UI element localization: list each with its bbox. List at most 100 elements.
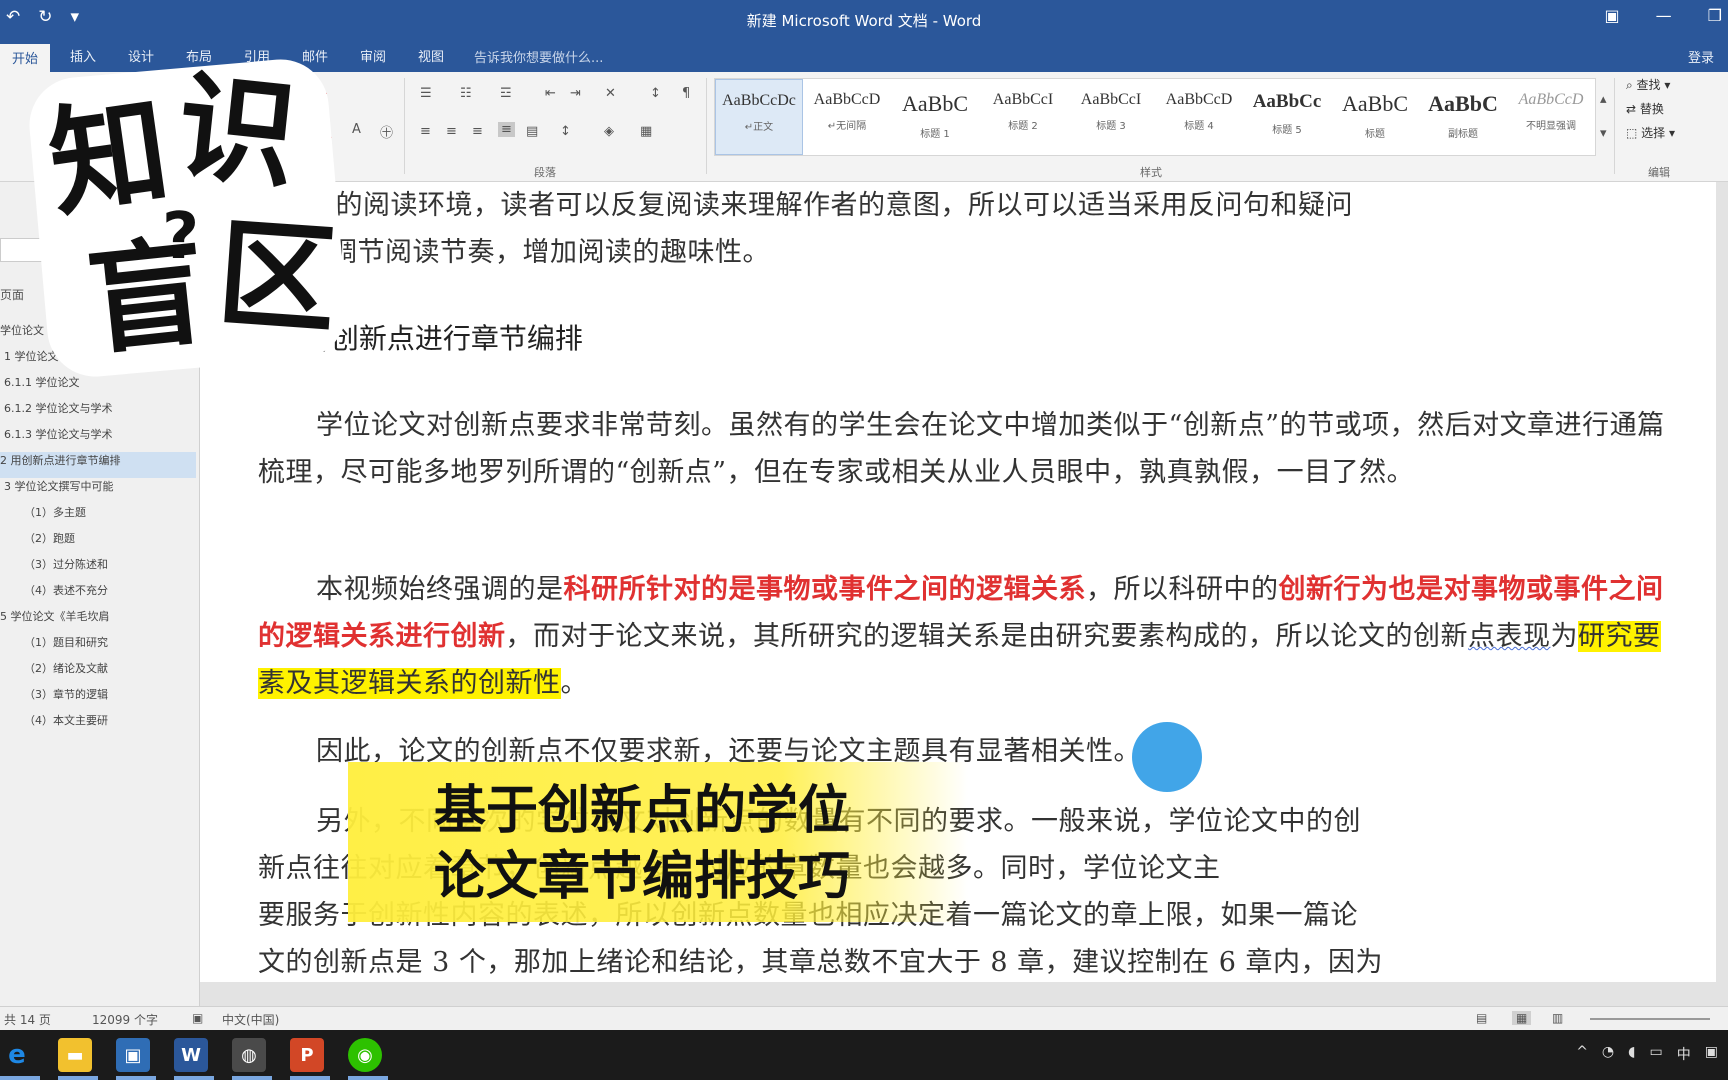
nav-tab-pages[interactable]: 页面 bbox=[0, 286, 24, 303]
file-explorer-icon[interactable]: ▬ bbox=[58, 1038, 92, 1072]
nav-item[interactable]: 3 学位论文撰写中可能 bbox=[0, 478, 196, 504]
nav-item[interactable]: （2）跑题 bbox=[0, 530, 196, 556]
word-count[interactable]: 12099 个字 bbox=[92, 1011, 158, 1028]
status-bar: 共 14 页 12099 个字 ▣ 中文(中国) ▤ ▦ ▥ bbox=[0, 1006, 1728, 1030]
style-heading-3[interactable]: AaBbCcI 标题 3 bbox=[1067, 79, 1155, 155]
battery-icon[interactable]: ▭ bbox=[1650, 1044, 1663, 1064]
section-heading: )创新点进行章节编排 bbox=[320, 322, 583, 355]
zoom-slider[interactable] bbox=[1590, 1018, 1710, 1020]
emphasis-text-1: 科研所针对的是事物或事件之间的逻辑关系 bbox=[563, 574, 1086, 605]
window-controls: ▣ — ❐ bbox=[1605, 6, 1722, 25]
select-button[interactable]: ⬚ 选择 ▾ bbox=[1626, 124, 1675, 141]
nav-item[interactable]: 6.1.3 学位论文与学术 bbox=[0, 426, 196, 452]
borders-icon[interactable]: ▦ bbox=[640, 124, 652, 139]
nav-item[interactable]: （4）本文主要研 bbox=[0, 712, 196, 738]
banner-caption: 基于创新点的学位 论文章节编排技巧 bbox=[434, 781, 851, 907]
gallery-more-icon[interactable]: ▾ bbox=[1600, 126, 1607, 141]
chinese-layout-icon[interactable]: ✕ bbox=[605, 86, 616, 101]
minimize-button[interactable]: — bbox=[1656, 6, 1672, 25]
paragraph-1: 学位论文对创新点要求非常苛刻。虽然有的学生会在论文中增加类似于“创新点”的节或项… bbox=[258, 410, 1665, 488]
search-icon: ⌕ bbox=[1626, 78, 1637, 92]
paragraph-4-line-4: 文的创新点是 3 个，那加上绪论和结论，其章总数不宜大于 8 章，建议控制在 6… bbox=[258, 947, 1384, 978]
increase-indent-icon[interactable]: ⇥ bbox=[570, 86, 581, 101]
numbering-icon[interactable]: ☷ bbox=[460, 86, 472, 101]
style-subtitle[interactable]: AaBbC 副标题 bbox=[1419, 79, 1507, 155]
replace-icon: ⇄ bbox=[1626, 102, 1640, 116]
tray-expand-icon[interactable]: ^ bbox=[1576, 1044, 1588, 1064]
sort-icon[interactable]: ↕ bbox=[650, 86, 661, 101]
language-indicator[interactable]: 中文(中国) bbox=[222, 1011, 279, 1028]
line-spacing-icon[interactable]: ↕ bbox=[560, 124, 571, 139]
read-mode-icon[interactable]: ▤ bbox=[1476, 1011, 1487, 1025]
select-icon: ⬚ bbox=[1626, 126, 1642, 140]
enclose-char-icon[interactable]: ㊉ bbox=[380, 122, 393, 141]
wechat-icon[interactable]: ◉ bbox=[348, 1038, 382, 1072]
shading-icon[interactable]: ◈ bbox=[604, 124, 614, 139]
align-left-icon[interactable]: ≡ bbox=[420, 124, 431, 139]
window-title: 新建 Microsoft Word 文档 - Word bbox=[746, 12, 982, 30]
nav-item[interactable]: 5 学位论文《羊毛坎肩 bbox=[0, 608, 196, 634]
show-marks-icon[interactable]: ¶ bbox=[682, 86, 690, 101]
align-right-icon[interactable]: ≡ bbox=[472, 124, 483, 139]
knowledge-gap-sticker: 知 识 盲 区 ? bbox=[25, 55, 351, 388]
paragraph-2: 本视频始终强调的是科研所针对的是事物或事件之间的逻辑关系，所以科研中的创新行为也… bbox=[258, 574, 1664, 699]
system-tray: ^ ◔ ◖ ▭ 中 ▣ bbox=[1576, 1044, 1718, 1064]
editing-group: ⌕ 查找 ▾ ⇄ 替换 ⬚ 选择 ▾ bbox=[1626, 76, 1675, 148]
proofing-icon[interactable]: ▣ bbox=[192, 1011, 203, 1025]
nav-item-current[interactable]: 2 用创新点进行章节编排 bbox=[0, 452, 196, 478]
nav-item[interactable]: （3）过分陈述和 bbox=[0, 556, 196, 582]
network-icon[interactable]: ◔ bbox=[1602, 1044, 1614, 1064]
print-layout-icon[interactable]: ▦ bbox=[1512, 1011, 1532, 1025]
decrease-indent-icon[interactable]: ⇤ bbox=[545, 86, 556, 101]
tell-me-search[interactable]: 告诉我你想要做什么... bbox=[474, 47, 603, 66]
app-icon[interactable]: ◍ bbox=[232, 1038, 266, 1072]
group-label-editing: 编辑 bbox=[1648, 166, 1670, 179]
intro-line-1: 殊的阅读环境，读者可以反复阅读来理解作者的意图，所以可以适当采用反问句和疑问 bbox=[308, 190, 1353, 221]
sign-in-link[interactable]: 登录 bbox=[1688, 47, 1714, 66]
nav-item[interactable]: （1）题目和研究 bbox=[0, 634, 196, 660]
style-heading-1[interactable]: AaBbC 标题 1 bbox=[891, 79, 979, 155]
bullets-icon[interactable]: ☰ bbox=[420, 86, 432, 101]
style-title[interactable]: AaBbC 标题 bbox=[1331, 79, 1419, 155]
input-method-icon[interactable]: 中 bbox=[1677, 1044, 1691, 1064]
gallery-scroll-icon[interactable]: ▴ bbox=[1600, 92, 1607, 107]
intro-line-2: 调节阅读节奏，增加阅读的趣味性。 bbox=[330, 237, 770, 268]
tab-review[interactable]: 审阅 bbox=[360, 46, 386, 65]
word-icon[interactable]: W bbox=[174, 1038, 208, 1072]
distributed-icon[interactable]: ▤ bbox=[526, 124, 538, 139]
find-button[interactable]: ⌕ 查找 ▾ bbox=[1626, 76, 1675, 93]
ribbon-display-icon[interactable]: ▣ bbox=[1605, 6, 1620, 25]
justify-icon[interactable]: ≡ bbox=[498, 122, 515, 137]
styles-gallery: AaBbCcDc ↵正文 AaBbCcD ↵无间隔 AaBbC 标题 1 AaBbCc… bbox=[714, 78, 1596, 156]
web-layout-icon[interactable]: ▥ bbox=[1552, 1011, 1563, 1025]
taskbar: e ▬ ▣ W ◍ P ◉ ^ ◔ ◖ ▭ 中 ▣ bbox=[0, 1030, 1728, 1080]
title-bar: ↶ ↻ ▾ 新建 Microsoft Word 文档 - Word ▣ — ❐ bbox=[0, 0, 1728, 40]
tab-view[interactable]: 视图 bbox=[418, 46, 444, 65]
style-heading-5[interactable]: AaBbCc 标题 5 bbox=[1243, 79, 1331, 155]
style-heading-2[interactable]: AaBbCcI 标题 2 bbox=[979, 79, 1067, 155]
mouse-cursor-indicator bbox=[1132, 722, 1202, 792]
restore-button[interactable]: ❐ bbox=[1708, 6, 1722, 25]
replace-button[interactable]: ⇄ 替换 bbox=[1626, 100, 1675, 117]
nav-item[interactable]: （4）表述不充分 bbox=[0, 582, 196, 608]
char-shading-icon[interactable]: A bbox=[352, 122, 361, 137]
nav-item[interactable]: （3）章节的逻辑 bbox=[0, 686, 196, 712]
action-center-icon[interactable]: ▣ bbox=[1705, 1044, 1718, 1064]
group-label-paragraph: 段落 bbox=[534, 166, 556, 179]
edge-icon[interactable]: e bbox=[0, 1038, 34, 1072]
group-label-styles: 样式 bbox=[1140, 166, 1162, 179]
nav-item[interactable]: （1）多主题 bbox=[0, 504, 196, 530]
store-icon[interactable]: ▣ bbox=[116, 1038, 150, 1072]
powerpoint-icon[interactable]: P bbox=[290, 1038, 324, 1072]
style-heading-4[interactable]: AaBbCcD 标题 4 bbox=[1155, 79, 1243, 155]
volume-icon[interactable]: ◖ bbox=[1628, 1044, 1635, 1064]
style-normal[interactable]: AaBbCcDc ↵正文 bbox=[715, 79, 803, 155]
spellcheck-underline[interactable]: 点表现 bbox=[1468, 621, 1551, 652]
nav-item[interactable]: 6.1.2 学位论文与学术 bbox=[0, 400, 196, 426]
style-no-spacing[interactable]: AaBbCcD ↵无间隔 bbox=[803, 79, 891, 155]
align-center-icon[interactable]: ≡ bbox=[446, 124, 457, 139]
style-subtle-emphasis[interactable]: AaBbCcD 不明显强调 bbox=[1507, 79, 1595, 155]
multilevel-list-icon[interactable]: ☲ bbox=[500, 86, 512, 101]
page-count[interactable]: 共 14 页 bbox=[4, 1011, 51, 1028]
nav-item[interactable]: （2）绪论及文献 bbox=[0, 660, 196, 686]
